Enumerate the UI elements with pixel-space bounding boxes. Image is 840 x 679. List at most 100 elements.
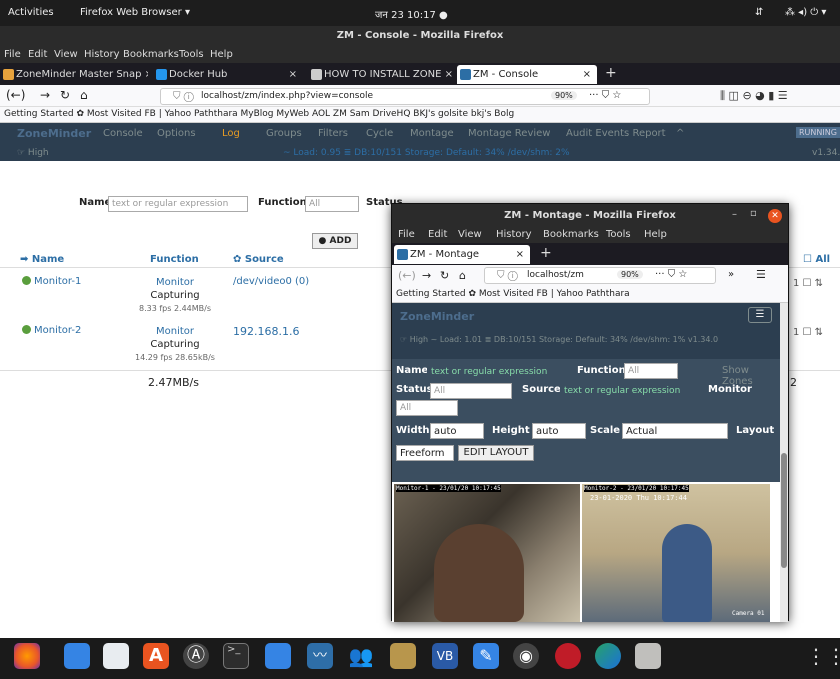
forward-icon[interactable]: → [422, 269, 431, 282]
function-filter-select[interactable]: All [305, 196, 359, 212]
scale-select[interactable]: Actual [622, 423, 728, 439]
toolbar-icons[interactable]: ⫼ ◫ ⊖ ◕ ▮ ☰ [720, 89, 788, 103]
system-monitor-icon[interactable]: 〰 [307, 643, 333, 669]
hamburger-menu-icon[interactable]: ☰ [756, 268, 766, 281]
virtualbox-icon[interactable]: VB [432, 643, 458, 669]
edit-layout-button[interactable]: EDIT LAYOUT [458, 445, 534, 461]
layout-select[interactable]: Freeform [396, 445, 454, 461]
monitor-1-source[interactable]: /dev/video0 (0) [233, 276, 309, 287]
menu-bookmarks[interactable]: Bookmarks [543, 229, 599, 240]
tab-docker-hub[interactable]: Docker Hub × [153, 65, 303, 84]
popup-url-bar[interactable]: ⛉ ⓘ localhost/zm 90% ··· ⛉ ☆ [484, 267, 716, 284]
page-actions-icon[interactable]: ··· ⛉ ☆ [589, 90, 621, 101]
popup-zoom[interactable]: 90% [617, 270, 643, 279]
tab-zm-console[interactable]: ZM - Console × [457, 65, 597, 84]
app-menu[interactable]: Firefox Web Browser ▾ [80, 7, 190, 18]
height-select[interactable]: auto [532, 423, 586, 439]
new-tab-icon[interactable]: + [605, 65, 617, 81]
bandwidth-high[interactable]: ☞ High [17, 148, 49, 158]
menu-tools[interactable]: Tools [179, 49, 204, 60]
monitor-2-name[interactable]: Monitor-2 [22, 325, 81, 336]
name-filter-input[interactable]: text or regular expression [108, 196, 248, 212]
minimize-icon[interactable]: – [732, 209, 737, 220]
files-icon[interactable] [64, 643, 90, 669]
forward-icon[interactable]: → [40, 88, 50, 102]
monitor-select[interactable]: All [396, 400, 458, 416]
home-icon[interactable]: ⌂ [80, 88, 88, 102]
camera-feed-2[interactable]: Monitor-2 - 23/01/20 10:17:45 23-01-2020… [582, 484, 770, 622]
url-bar[interactable]: ⛉ ⓘ localhost/zm/index.php?view=console … [160, 88, 650, 105]
page-actions-icon[interactable]: ··· ⛉ ☆ [655, 269, 687, 280]
archive-manager-icon[interactable] [635, 643, 661, 669]
col-function[interactable]: Function [150, 254, 199, 265]
terminal-icon[interactable]: >_ [223, 643, 249, 669]
nav-cycle[interactable]: Cycle [366, 128, 393, 139]
scrollbar-thumb[interactable] [781, 453, 787, 568]
nav-filters[interactable]: Filters [318, 128, 348, 139]
nav-audit-events[interactable]: Audit Events Report [566, 128, 666, 139]
add-button[interactable]: ● ADD [312, 233, 358, 249]
montage-popup-window[interactable]: ZM - Montage - Mozilla Firefox – ▫ ✕ Fil… [391, 203, 789, 622]
popup-scrollbar[interactable] [780, 303, 788, 622]
firefox-icon[interactable] [14, 643, 40, 669]
menu-view[interactable]: View [54, 49, 78, 60]
nav-montage[interactable]: Montage [410, 128, 454, 139]
obs-icon[interactable]: ◉ [513, 643, 539, 669]
popup-bookmarks-bar[interactable]: Getting Started ✿ Most Visited FB | Yaho… [392, 287, 788, 303]
monitor-1-select[interactable]: 1 ☐ ⇅ [793, 278, 823, 289]
text-editor-icon[interactable] [103, 643, 129, 669]
close-icon[interactable]: × [516, 245, 524, 264]
col-name[interactable]: ➡ Name [20, 254, 64, 265]
reload-icon[interactable]: ↻ [60, 88, 70, 102]
maximize-icon[interactable]: ▫ [750, 208, 757, 219]
menu-view[interactable]: View [458, 229, 482, 240]
monitor-2-function[interactable]: Monitor Capturing 14.29 fps 28.65kB/s [135, 325, 215, 364]
running-status[interactable]: RUNNING [796, 127, 840, 138]
nav-collapse[interactable]: ^ [676, 128, 684, 139]
status-select[interactable]: All [430, 383, 512, 399]
archive-icon[interactable] [390, 643, 416, 669]
source-input[interactable]: text or regular expression [560, 383, 704, 399]
overflow-icon[interactable]: » [728, 269, 734, 280]
function-select[interactable]: All [624, 363, 678, 379]
tab-zoneminder-snap[interactable]: ZoneMinder Master Snap × [0, 65, 148, 84]
close-icon[interactable]: × [583, 65, 591, 84]
menu-history[interactable]: History [496, 229, 532, 240]
nav-console[interactable]: Console [103, 128, 143, 139]
monitor-1-function[interactable]: Monitor Capturing 8.33 fps 2.44MB/s [135, 276, 215, 315]
menu-file[interactable]: File [4, 49, 21, 60]
software-center-icon[interactable]: A [143, 643, 169, 669]
menu-edit[interactable]: Edit [28, 49, 47, 60]
launcher-icon[interactable] [595, 643, 621, 669]
camera-feed-1[interactable]: Monitor-1 - 23/01/20 10:17:45 [394, 484, 580, 622]
home-icon[interactable]: ⌂ [459, 269, 466, 282]
nav-log[interactable]: Log [222, 128, 240, 139]
menu-tools[interactable]: Tools [606, 229, 631, 240]
back-icon[interactable]: (←) [398, 269, 416, 282]
monitor-2-select[interactable]: 1 ☐ ⇅ [793, 327, 823, 338]
nav-options[interactable]: Options [157, 128, 196, 139]
monitor-1-name[interactable]: Monitor-1 [22, 276, 81, 287]
users-icon[interactable]: 👥 [348, 643, 374, 669]
menu-help[interactable]: Help [210, 49, 233, 60]
pencil-icon[interactable]: ✎ [473, 643, 499, 669]
menu-help[interactable]: Help [644, 229, 667, 240]
nav-montage-review[interactable]: Montage Review [468, 128, 551, 139]
tab-howto[interactable]: HOW TO INSTALL ZONE × [308, 65, 453, 84]
tab-zm-montage[interactable]: ZM - Montage × [394, 245, 530, 264]
nav-groups[interactable]: Groups [266, 128, 302, 139]
record-icon[interactable] [555, 643, 581, 669]
status-icons[interactable]: ⁂ ◂) ⏻ ▾ [785, 7, 826, 18]
close-window-icon[interactable]: ✕ [768, 209, 782, 223]
back-icon[interactable]: (←) [6, 88, 25, 102]
reload-icon[interactable]: ↻ [440, 269, 449, 282]
bookmarks-bar[interactable]: Getting Started ✿ Most Visited FB | Yaho… [0, 107, 840, 123]
width-select[interactable]: auto [430, 423, 484, 439]
screenshot-icon[interactable] [265, 643, 291, 669]
close-icon[interactable]: × [289, 65, 297, 84]
menu-file[interactable]: File [398, 229, 415, 240]
monitor-2-source[interactable]: 192.168.1.6 [233, 325, 299, 338]
show-apps-icon[interactable]: ⋮⋮ [806, 643, 840, 669]
col-source[interactable]: ✿ Source [233, 254, 284, 265]
menu-edit[interactable]: Edit [428, 229, 447, 240]
